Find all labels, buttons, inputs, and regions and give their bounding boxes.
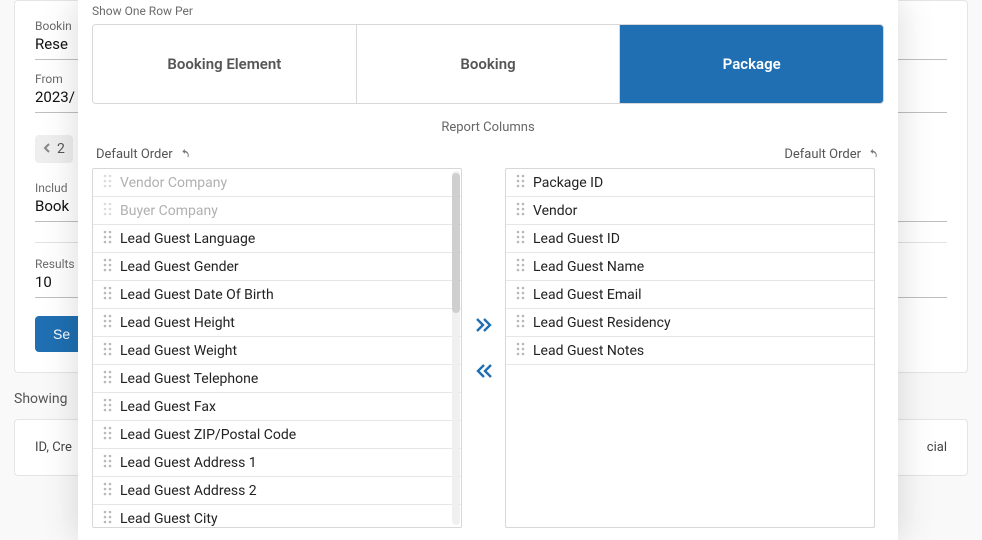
transfer-controls bbox=[462, 168, 505, 528]
available-column-item[interactable]: Lead Guest Address 1 bbox=[93, 449, 461, 477]
report-columns-title: Report Columns bbox=[92, 120, 884, 135]
default-order-left[interactable]: Default Order bbox=[96, 147, 192, 162]
drag-handle-icon[interactable] bbox=[103, 230, 112, 248]
drag-handle-icon[interactable] bbox=[103, 286, 112, 304]
available-column-item[interactable]: Lead Guest Height bbox=[93, 309, 461, 337]
column-label: Lead Guest Address 2 bbox=[120, 483, 257, 499]
chevron-double-right-icon bbox=[475, 317, 493, 333]
drag-handle-icon[interactable] bbox=[516, 342, 525, 360]
column-label: Lead Guest Address 1 bbox=[120, 455, 257, 471]
drag-handle-icon[interactable] bbox=[103, 482, 112, 500]
drag-handle-icon[interactable] bbox=[516, 202, 525, 220]
default-order-right-label: Default Order bbox=[784, 147, 861, 162]
drag-handle-icon[interactable] bbox=[516, 314, 525, 332]
default-order-right[interactable]: Default Order bbox=[784, 147, 880, 162]
selected-column-item[interactable]: Lead Guest Name bbox=[506, 253, 874, 281]
tab-booking[interactable]: Booking bbox=[357, 25, 621, 103]
report-columns-modal: Show One Row Per Booking ElementBookingP… bbox=[78, 0, 898, 540]
selected-column-item[interactable]: Lead Guest ID bbox=[506, 225, 874, 253]
column-label: Lead Guest City bbox=[120, 511, 218, 527]
drag-handle-icon[interactable] bbox=[103, 426, 112, 444]
column-label: Lead Guest Email bbox=[533, 287, 642, 303]
tab-package[interactable]: Package bbox=[620, 25, 883, 103]
available-column-item[interactable]: Lead Guest Date Of Birth bbox=[93, 281, 461, 309]
move-left-button[interactable] bbox=[472, 359, 496, 383]
selected-column-item[interactable]: Vendor bbox=[506, 197, 874, 225]
available-column-item[interactable]: Lead Guest City bbox=[93, 505, 461, 527]
column-label: Lead Guest Date Of Birth bbox=[120, 287, 274, 303]
drag-handle-icon[interactable] bbox=[103, 342, 112, 360]
scrollbar-thumb[interactable] bbox=[452, 173, 460, 313]
pager-control[interactable]: 2 bbox=[35, 135, 73, 163]
refresh-icon bbox=[867, 148, 880, 161]
chevron-left-icon[interactable] bbox=[43, 141, 51, 157]
column-label: Lead Guest Weight bbox=[120, 343, 237, 359]
drag-handle-icon[interactable] bbox=[103, 510, 112, 528]
column-label: Package ID bbox=[533, 175, 603, 191]
refresh-icon bbox=[179, 148, 192, 161]
column-label: Lead Guest Telephone bbox=[120, 371, 258, 387]
scrollbar-track[interactable] bbox=[452, 171, 460, 525]
show-one-row-label: Show One Row Per bbox=[92, 4, 884, 18]
default-order-left-label: Default Order bbox=[96, 147, 173, 162]
column-label: Buyer Company bbox=[120, 203, 218, 219]
column-label: Vendor Company bbox=[120, 175, 227, 191]
column-label: Lead Guest Fax bbox=[120, 399, 216, 415]
column-label: Lead Guest ZIP/Postal Code bbox=[120, 427, 296, 443]
dual-list: Vendor Company Buyer Company Lead Guest La… bbox=[92, 168, 884, 528]
drag-handle-icon bbox=[103, 202, 112, 220]
available-column-item[interactable]: Lead Guest Telephone bbox=[93, 365, 461, 393]
available-column-item: Buyer Company bbox=[93, 197, 461, 225]
drag-handle-icon[interactable] bbox=[516, 174, 525, 192]
card-left-text: ID, Cre bbox=[35, 440, 72, 455]
column-label: Lead Guest Residency bbox=[533, 315, 671, 331]
card-right-text: cial bbox=[927, 440, 947, 455]
drag-handle-icon[interactable] bbox=[516, 230, 525, 248]
column-label: Lead Guest ID bbox=[533, 231, 620, 247]
move-right-button[interactable] bbox=[472, 313, 496, 337]
row-per-tabs: Booking ElementBookingPackage bbox=[92, 24, 884, 104]
drag-handle-icon[interactable] bbox=[516, 286, 525, 304]
chevron-double-left-icon bbox=[475, 363, 493, 379]
column-label: Vendor bbox=[533, 203, 577, 219]
drag-handle-icon bbox=[103, 174, 112, 192]
drag-handle-icon[interactable] bbox=[103, 454, 112, 472]
available-columns-panel: Vendor Company Buyer Company Lead Guest La… bbox=[92, 168, 462, 528]
tab-booking-element[interactable]: Booking Element bbox=[93, 25, 357, 103]
available-column-item[interactable]: Lead Guest Address 2 bbox=[93, 477, 461, 505]
drag-handle-icon[interactable] bbox=[103, 398, 112, 416]
selected-column-item[interactable]: Lead Guest Email bbox=[506, 281, 874, 309]
selected-column-item[interactable]: Lead Guest Notes bbox=[506, 337, 874, 365]
column-label: Lead Guest Height bbox=[120, 315, 235, 331]
selected-column-item[interactable]: Package ID bbox=[506, 169, 874, 197]
available-column-item[interactable]: Lead Guest Fax bbox=[93, 393, 461, 421]
available-column-item: Vendor Company bbox=[93, 169, 461, 197]
drag-handle-icon[interactable] bbox=[516, 258, 525, 276]
column-label: Lead Guest Notes bbox=[533, 343, 644, 359]
pager-value: 2 bbox=[57, 141, 65, 157]
drag-handle-icon[interactable] bbox=[103, 258, 112, 276]
column-label: Lead Guest Gender bbox=[120, 259, 239, 275]
drag-handle-icon[interactable] bbox=[103, 370, 112, 388]
column-label: Lead Guest Name bbox=[533, 259, 644, 275]
selected-column-item[interactable]: Lead Guest Residency bbox=[506, 309, 874, 337]
drag-handle-icon[interactable] bbox=[103, 314, 112, 332]
available-column-item[interactable]: Lead Guest ZIP/Postal Code bbox=[93, 421, 461, 449]
column-label: Lead Guest Language bbox=[120, 231, 255, 247]
dual-list-header: Default Order Default Order bbox=[92, 147, 884, 162]
available-column-item[interactable]: Lead Guest Gender bbox=[93, 253, 461, 281]
available-column-item[interactable]: Lead Guest Weight bbox=[93, 337, 461, 365]
available-column-item[interactable]: Lead Guest Language bbox=[93, 225, 461, 253]
selected-columns-panel: Package ID Vendor Lead Guest ID Lead Guest … bbox=[505, 168, 875, 528]
